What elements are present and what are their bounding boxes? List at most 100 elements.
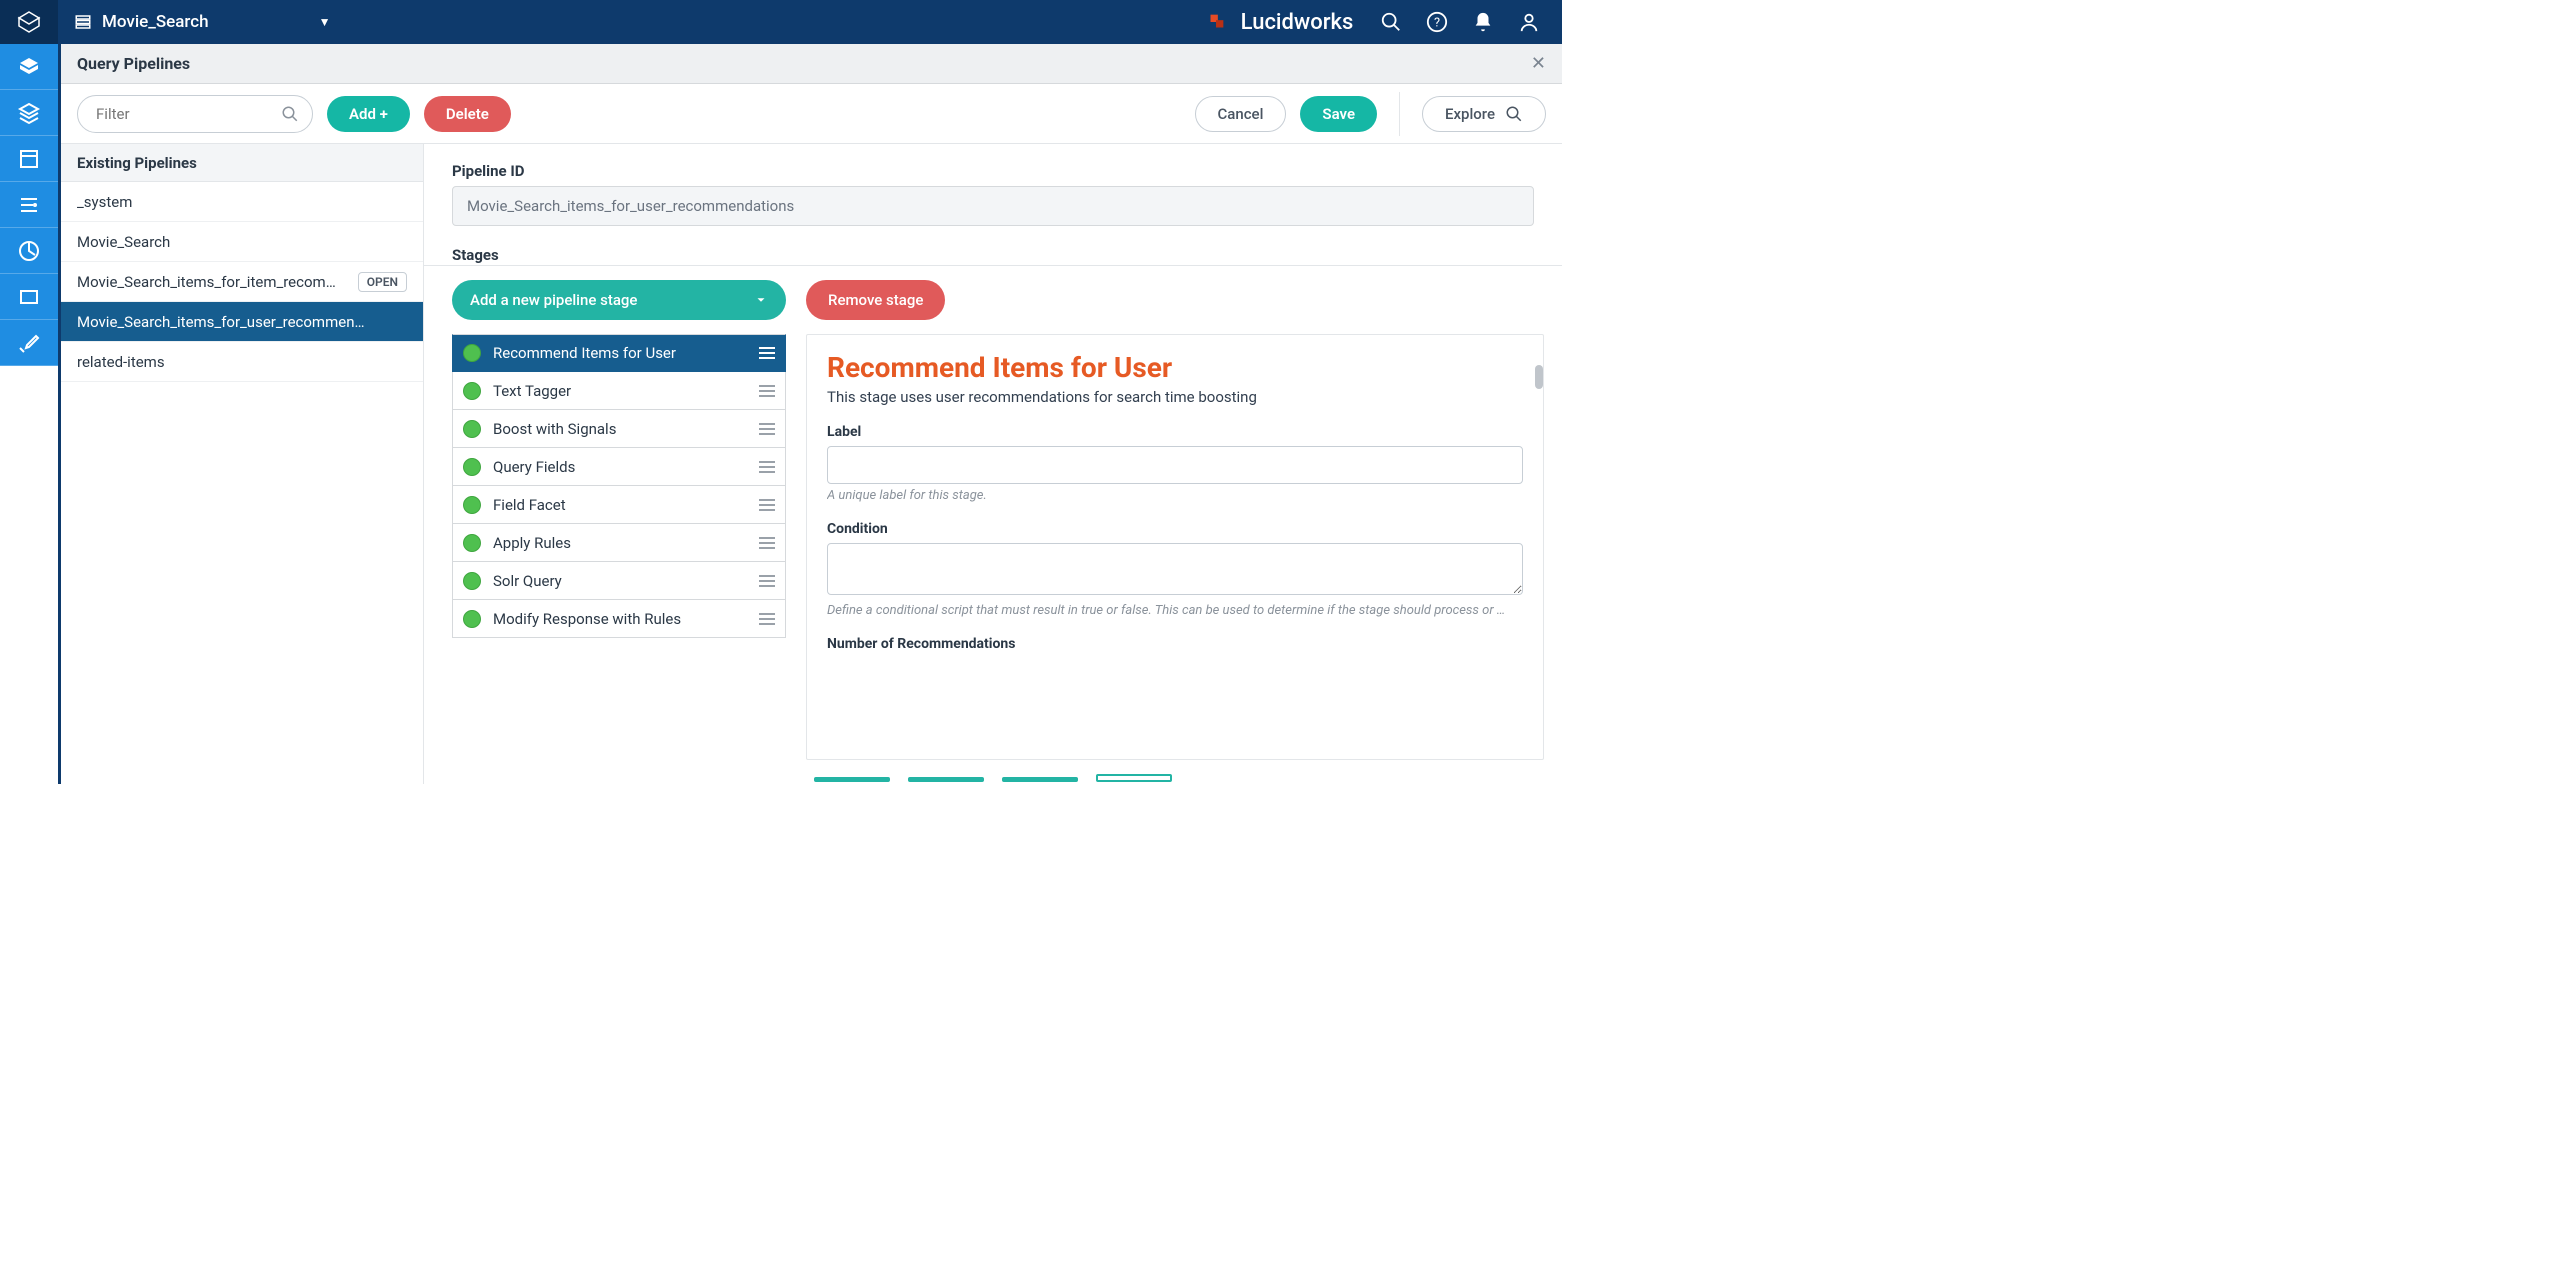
open-badge: OPEN [358,272,407,292]
pipeline-list: Existing Pipelines _system Movie_Search Mo… [61,144,424,784]
stage-row[interactable]: Text Tagger [452,372,786,410]
bell-icon[interactable] [1472,11,1494,33]
help-icon[interactable]: ? [1426,11,1448,33]
condition-help: Define a conditional script that must re… [827,603,1523,618]
pipeline-item[interactable]: Movie_Search [61,222,423,262]
status-dot-icon [463,420,481,438]
pipeline-item[interactable]: related-items [61,342,423,382]
add-button[interactable]: Add + [327,96,410,132]
stage-name: Field Facet [493,496,747,514]
cancel-button[interactable]: Cancel [1195,96,1287,132]
stages-column: Add a new pipeline stage Recommend Items… [424,266,796,774]
user-icon[interactable] [1518,11,1540,33]
remove-stage-label: Remove stage [828,291,923,309]
stage-name: Solr Query [493,572,747,590]
stack-icon [74,13,92,31]
drag-handle-icon[interactable] [759,423,775,435]
stage-row[interactable]: Query Fields [452,448,786,486]
pipeline-item[interactable]: _system [61,182,423,222]
status-dot-icon [463,572,481,590]
condition-input[interactable] [827,543,1523,595]
stage-detail-column: Remove stage Recommend Items for User Th… [796,266,1562,774]
tab-3[interactable] [1002,777,1078,782]
status-dot-icon [463,610,481,628]
search-icon [1505,105,1523,123]
pipeline-item[interactable]: Movie_Search_items_for_item_recom…OPEN [61,262,423,302]
status-dot-icon [463,496,481,514]
stage-detail-panel: Recommend Items for User This stage uses… [806,334,1544,760]
stage-row[interactable]: Recommend Items for User [452,334,786,372]
chevron-down-icon: ▼ [319,15,331,29]
search-icon [281,105,299,123]
status-dot-icon [463,344,481,362]
stage-subtitle: This stage uses user recommendations for… [827,388,1523,406]
drag-handle-icon[interactable] [759,347,775,359]
stage-name: Recommend Items for User [493,344,747,362]
rail-item-5[interactable] [0,228,58,274]
num-rec-field-label: Number of Recommendations [827,636,1523,652]
scrollbar[interactable] [1535,365,1543,389]
explore-button[interactable]: Explore [1422,96,1546,132]
stages-label: Stages [424,236,1562,266]
remove-stage-button[interactable]: Remove stage [806,280,945,320]
rail-item-3[interactable] [0,136,58,182]
svg-text:?: ? [1434,16,1440,31]
topbar-actions: ? [1380,11,1562,33]
rail-item-2[interactable] [0,90,58,136]
rail-item-6[interactable] [0,274,58,320]
filter-input[interactable] [77,95,313,133]
app-selector[interactable]: Movie_Search ▼ [58,12,347,32]
existing-pipelines-header: Existing Pipelines [61,144,423,182]
label-input[interactable] [827,446,1523,484]
pipeline-item-label: Movie_Search [77,233,407,251]
stage-name: Text Tagger [493,382,747,400]
label-field-label: Label [827,424,1523,440]
page-header: Query Pipelines ✕ [61,44,1562,84]
drag-handle-icon[interactable] [759,461,775,473]
chevron-down-icon [754,293,768,307]
toolbar: Add + Delete Cancel Save Explore [61,84,1562,144]
toolbar-divider [1399,92,1400,136]
stage-row[interactable]: Modify Response with Rules [452,600,786,638]
add-stage-button[interactable]: Add a new pipeline stage [452,280,786,320]
stage-row[interactable]: Apply Rules [452,524,786,562]
brand: Lucidworks [1209,10,1354,35]
rail-item-1[interactable] [0,44,58,90]
pipeline-item-label: _system [77,193,407,211]
filter-wrap [77,95,313,133]
save-button[interactable]: Save [1300,96,1377,132]
left-rail [0,44,58,784]
app-logo[interactable] [0,0,58,44]
pipeline-item[interactable]: Movie_Search_items_for_user_recommen… [61,302,423,342]
pipeline-item-label: related-items [77,353,407,371]
drag-handle-icon[interactable] [759,575,775,587]
pipeline-id-input[interactable] [452,186,1534,226]
brand-icon [1209,11,1231,33]
delete-button[interactable]: Delete [424,96,511,132]
status-dot-icon [463,458,481,476]
tab-1[interactable] [814,777,890,782]
rail-item-4[interactable] [0,182,58,228]
drag-handle-icon[interactable] [759,613,775,625]
status-dot-icon [463,382,481,400]
stage-name: Query Fields [493,458,747,476]
stage-row[interactable]: Field Facet [452,486,786,524]
stage-title: Recommend Items for User [827,351,1523,384]
tab-2[interactable] [908,777,984,782]
drag-handle-icon[interactable] [759,499,775,511]
top-bar: Movie_Search ▼ Lucidworks ? [0,0,1562,44]
tab-4[interactable] [1096,774,1172,782]
stage-row[interactable]: Solr Query [452,562,786,600]
rail-item-7[interactable] [0,320,58,366]
search-icon[interactable] [1380,11,1402,33]
pipeline-item-label: Movie_Search_items_for_user_recommen… [77,313,407,331]
brand-text: Lucidworks [1241,10,1354,35]
stage-row[interactable]: Boost with Signals [452,410,786,448]
status-dot-icon [463,534,481,552]
drag-handle-icon[interactable] [759,385,775,397]
add-stage-label: Add a new pipeline stage [470,291,637,309]
close-icon[interactable]: ✕ [1531,53,1546,74]
drag-handle-icon[interactable] [759,537,775,549]
explore-label: Explore [1445,105,1495,123]
label-help: A unique label for this stage. [827,488,1523,503]
